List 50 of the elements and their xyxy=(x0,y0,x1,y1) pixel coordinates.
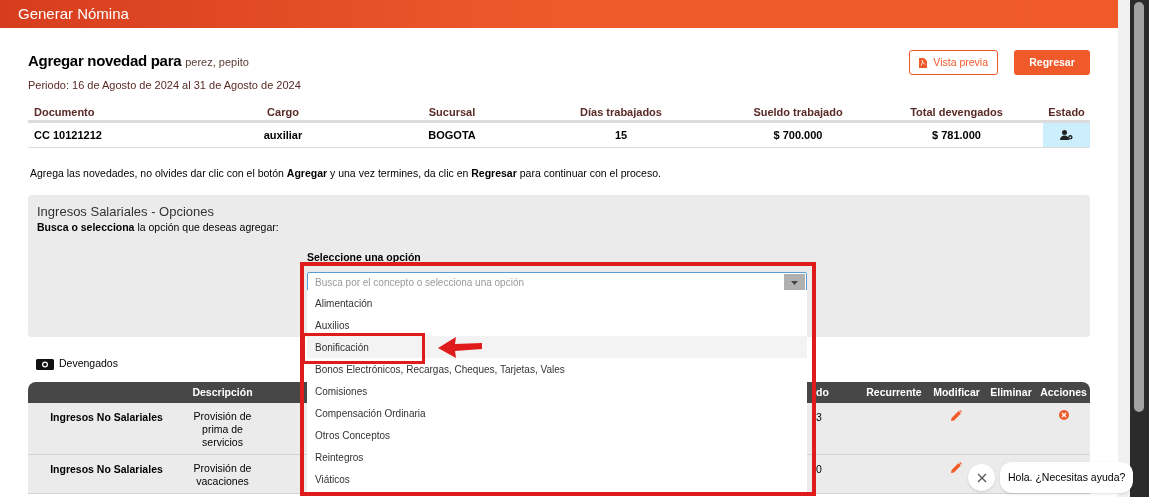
table-cell: Ingresos No Salariales xyxy=(50,411,163,423)
page-title: Generar Nómina xyxy=(18,3,129,24)
table-cell-text: Provisión de prima de servicios xyxy=(192,410,253,449)
banknote-icon xyxy=(36,358,54,370)
column-header: Documento xyxy=(34,106,95,118)
table-cell-text: Provisión de vacaciones xyxy=(192,462,253,488)
employee-name: perez, pepito xyxy=(185,55,249,70)
dropdown-arrow-button[interactable] xyxy=(784,273,805,292)
table-cell: $ 700.000 xyxy=(773,128,823,141)
table-cell: auxiliar xyxy=(263,128,303,141)
column-header: Acciones xyxy=(1040,385,1087,398)
table-cell: 15 xyxy=(614,128,628,141)
column-header: Modificar xyxy=(933,385,980,398)
table-cell: Ingresos No Salariales xyxy=(50,463,163,475)
table-cell: 3 xyxy=(816,411,822,423)
column-header: Sucursal xyxy=(428,106,476,118)
scrollbar-thumb[interactable] xyxy=(1134,2,1144,412)
pencil-icon[interactable] xyxy=(951,462,962,473)
period-text: Periodo: 16 de Agosto de 2024 al 31 de Agosto de 2024 xyxy=(28,78,301,93)
arrow-icon xyxy=(438,337,484,359)
column-header: Estado xyxy=(1048,106,1085,118)
panel-title: Ingresos Salariales - Opciones xyxy=(37,204,215,219)
select-placeholder: Busca por el concepto o selecciona una opción xyxy=(314,276,525,290)
chat-bubble[interactable]: Hola. ¿Necesitas ayuda? xyxy=(1000,462,1134,493)
heading: Agregar novedad para xyxy=(28,51,182,71)
preview-button[interactable]: Vista previa xyxy=(909,50,998,75)
scrollbar[interactable] xyxy=(1130,0,1149,497)
dropdown-option[interactable]: Bonificación xyxy=(307,336,807,358)
column-header: Días trabajados xyxy=(580,106,662,118)
table-cell: CC 10121212 xyxy=(34,128,102,141)
column-header: Recurrente xyxy=(866,385,922,398)
column-header: Eliminar xyxy=(990,385,1032,398)
delete-icon[interactable] xyxy=(1058,410,1069,420)
table-cell: 0 xyxy=(816,463,822,475)
column-header: do xyxy=(816,385,829,398)
column-header: Total devengados xyxy=(910,106,1003,118)
table-cell: BOGOTA xyxy=(428,128,476,141)
table-cell: $ 781.000 xyxy=(932,128,981,141)
pdf-file-icon xyxy=(919,57,928,68)
user-gear-icon[interactable] xyxy=(1060,130,1073,140)
section-title: Devengados xyxy=(59,356,118,372)
select-label: Seleccione una opción xyxy=(307,249,421,265)
column-header: Descripción xyxy=(192,385,253,398)
column-header: Sueldo trabajado xyxy=(753,106,843,118)
column-header: Cargo xyxy=(267,106,299,118)
instruction-text: Agrega las novedades, no olvides dar clic con el botón Agregar y una vez termines, da clic en Regresar para continuar con el proceso. xyxy=(29,166,662,178)
pencil-icon[interactable] xyxy=(951,410,962,421)
close-icon xyxy=(976,472,987,483)
panel-subtitle: Busca o selecciona la opción que deseas agregar: xyxy=(37,220,279,235)
caret-icon xyxy=(791,280,798,285)
